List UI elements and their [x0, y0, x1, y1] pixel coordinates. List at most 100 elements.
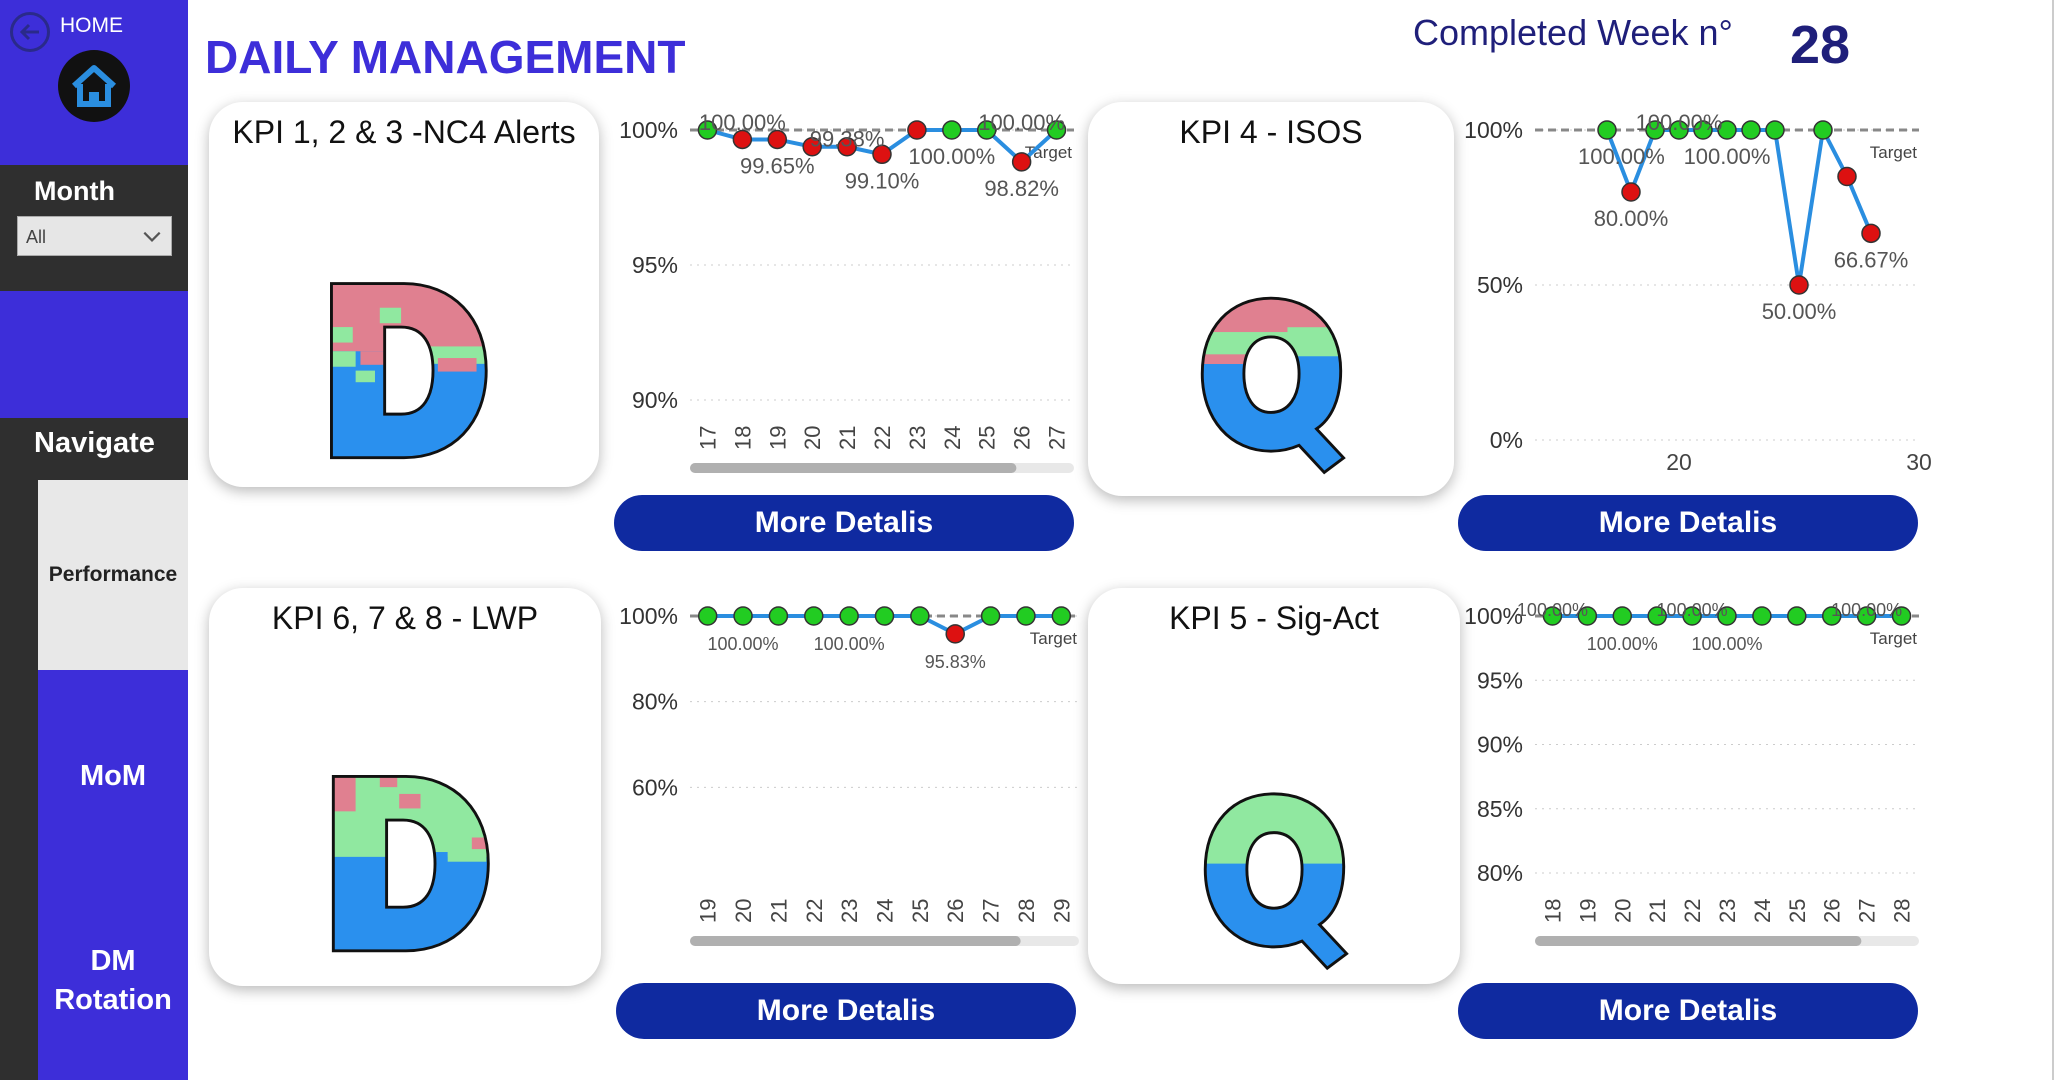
y-tick-label: 80%: [632, 689, 678, 715]
kpi-isos-line-chart: 0% 50% 100% Target 20 30 100.00% 100.00% 100.00%…: [1455, 110, 1932, 485]
data-label: 100.00%: [1587, 634, 1658, 654]
data-label: 50.00%: [1762, 299, 1837, 324]
x-tick-label: 25: [908, 899, 933, 923]
data-point: [910, 606, 930, 626]
chevron-down-icon: [143, 231, 161, 242]
data-label: 100.00%: [978, 110, 1065, 135]
data-label: 100.00%: [1578, 144, 1665, 169]
home-icon: [71, 65, 117, 107]
data-point: [1787, 606, 1807, 626]
data-point: [1741, 120, 1761, 140]
home-button[interactable]: [58, 50, 130, 122]
d-letter-icon: [209, 668, 601, 976]
home-label: HOME: [60, 14, 123, 37]
sidebar: HOME Month All Navigate Performance MoM …: [0, 0, 188, 1080]
month-dropdown-value: All: [26, 227, 47, 247]
x-tick-label: 28: [1014, 899, 1039, 923]
data-point: [1016, 606, 1036, 626]
nav-dm-line1: DM: [90, 944, 136, 977]
y-tick-label: 85%: [1477, 796, 1523, 822]
data-point: [1621, 182, 1641, 202]
x-tick-label: 24: [1750, 899, 1775, 923]
data-label: 98.82%: [984, 176, 1059, 201]
x-tick-label: 23: [837, 899, 862, 923]
x-tick-label: 18: [1540, 899, 1565, 923]
page-right-border: [2052, 0, 2054, 1080]
more-details-button-nc4-alerts[interactable]: More Detalis: [614, 495, 1074, 551]
data-point: [1813, 120, 1833, 140]
data-point: [1752, 606, 1772, 626]
q-letter-icon: [1088, 668, 1460, 974]
data-point: [1789, 275, 1809, 295]
nav-dm-rotation-button[interactable]: DM Rotation: [38, 882, 188, 1080]
kpi-card-title: KPI 4 - ISOS: [1179, 114, 1363, 150]
data-point: [980, 606, 1001, 626]
x-tick-label: 30: [1906, 449, 1932, 475]
d-letter-icon: [209, 182, 599, 477]
x-tick-label: 25: [975, 426, 1000, 450]
data-label: 80.00%: [1594, 206, 1669, 231]
y-tick-label: 90%: [632, 387, 678, 413]
target-label: Target: [1030, 629, 1078, 648]
data-label: 100.00%: [708, 634, 779, 654]
more-details-button-lwp[interactable]: More Detalis: [616, 983, 1076, 1039]
y-tick-label: 95%: [632, 252, 678, 278]
data-point: [907, 120, 927, 140]
data-label: 100.00%: [1691, 634, 1762, 654]
data-label: 100.00%: [814, 634, 885, 654]
x-tick-label: 22: [870, 426, 895, 450]
x-tick-label: 27: [1045, 426, 1070, 450]
data-point: [804, 606, 824, 626]
nav-performance-button[interactable]: Performance: [38, 480, 188, 670]
x-tick-label: 21: [835, 426, 860, 450]
x-tick-label: 19: [765, 426, 790, 450]
x-tick-label: 23: [1715, 899, 1740, 923]
more-details-button-isos[interactable]: More Detalis: [1458, 495, 1918, 551]
data-label: 66.67%: [1834, 247, 1909, 272]
line-chart-svg: 60% 80% 100% Target 19 20 21 22 23 24 25 26 27 28 29 10…: [619, 603, 1079, 946]
data-point: [768, 606, 789, 626]
kpi-lwp-line-chart: 60% 80% 100% Target 19 20 21 22 23 24 25 26 27 28 29 10…: [610, 596, 1085, 968]
kpi-card-title: KPI 6, 7 & 8 - LWP: [271, 600, 539, 636]
x-tick-label: 20: [1610, 899, 1635, 923]
data-label: 100.00%: [1684, 144, 1771, 169]
x-tick-label: 20: [800, 426, 825, 450]
x-tick-label: 21: [1645, 899, 1670, 923]
kpi-card-isos[interactable]: KPI 4 - ISOS: [1088, 102, 1454, 496]
completed-week-number: 28: [1790, 15, 1851, 75]
x-tick-label: 22: [802, 899, 827, 923]
x-tick-label: 25: [1785, 899, 1810, 923]
kpi-card-sig-act[interactable]: KPI 5 - Sig-Act: [1088, 588, 1460, 984]
more-details-button-sig-act[interactable]: More Detalis: [1458, 983, 1918, 1039]
data-point: [697, 606, 718, 626]
x-tick-label: 23: [905, 426, 930, 450]
back-arrow-icon[interactable]: [10, 12, 50, 52]
data-point: [945, 624, 965, 644]
y-tick-label: 60%: [632, 774, 678, 800]
kpi-card-nc4-alerts[interactable]: KPI 1, 2 & 3 -NC4 Alerts: [209, 102, 599, 487]
line-chart-svg: 0% 50% 100% Target 20 30 100.00% 100.00% 100.00%…: [1464, 110, 1932, 475]
scrollbar-thumb: [690, 463, 1017, 473]
data-label: 100.00%: [908, 144, 995, 169]
x-tick-label: 26: [1820, 899, 1845, 923]
data-point: [1837, 166, 1857, 187]
data-label: 100.00%: [1657, 600, 1728, 620]
kpi-card-lwp[interactable]: KPI 6, 7 & 8 - LWP: [209, 588, 601, 986]
data-label: 100.00%: [1517, 600, 1588, 620]
nav-mom-label: MoM: [79, 759, 147, 792]
y-tick-label: 100%: [619, 603, 678, 629]
y-tick-label: 80%: [1477, 860, 1523, 886]
month-label: Month: [34, 176, 115, 206]
nav-mom-button[interactable]: MoM: [38, 670, 188, 882]
data-label: 95.83%: [925, 652, 986, 672]
page-title: DAILY MANAGEMENT: [205, 31, 686, 83]
data-label: 99.38%: [810, 127, 885, 152]
month-dropdown[interactable]: All: [17, 216, 172, 256]
x-tick-label: 24: [940, 426, 965, 450]
x-tick-label: 27: [1855, 899, 1880, 923]
data-point: [874, 606, 895, 626]
data-point: [839, 606, 859, 626]
kpi-card-title: KPI 5 - Sig-Act: [1169, 600, 1379, 636]
x-tick-label: 29: [1049, 899, 1074, 923]
x-tick-label: 20: [731, 899, 756, 923]
